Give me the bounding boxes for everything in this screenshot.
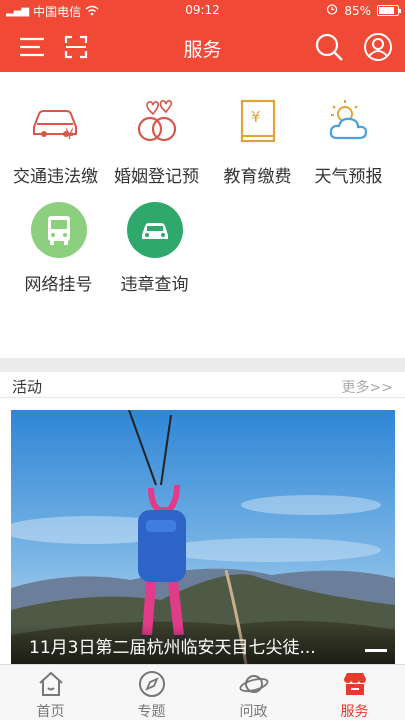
tab-inquiry[interactable]: 问政	[203, 665, 304, 720]
tab-services[interactable]: 服务	[304, 665, 405, 720]
user-icon[interactable]	[362, 31, 394, 63]
svg-text:¥: ¥	[65, 127, 74, 143]
tab-topics[interactable]: 专题	[101, 665, 202, 720]
bottom-tab-bar: 首页 专题 问政 服务	[0, 664, 405, 720]
battery-percent: 85%	[344, 3, 371, 18]
more-link[interactable]: 更多>>	[342, 377, 393, 397]
status-bar: ▂▄▆ 中国电信 09:12 85%	[0, 0, 405, 22]
car-yen-icon: ¥	[28, 94, 84, 150]
activities-header: 活动 更多>>	[0, 372, 405, 398]
service-traffic-fine[interactable]: ¥ 交通违法缴	[5, 72, 106, 187]
service-education-fee[interactable]: ¥ 教育缴费	[207, 72, 308, 187]
section-divider	[0, 358, 405, 372]
hearts-rings-icon	[129, 94, 185, 150]
planet-icon	[239, 669, 269, 699]
tab-home[interactable]: 首页	[0, 665, 101, 720]
app-header: 服务	[0, 22, 405, 72]
alarm-icon	[326, 3, 338, 18]
book-yen-icon: ¥	[230, 94, 286, 150]
service-label: 天气预报	[314, 167, 383, 187]
search-icon[interactable]	[313, 31, 345, 63]
activities-title: 活动	[12, 378, 43, 396]
service-weather[interactable]: 天气预报	[298, 72, 399, 187]
car-icon	[126, 202, 183, 258]
service-label: 网络挂号	[24, 275, 93, 295]
banner-caption: 11月3日第二届杭州临安天目七尖徒...	[29, 638, 316, 658]
svg-text:¥: ¥	[251, 108, 261, 126]
service-online-registration[interactable]: 网络挂号	[8, 180, 109, 295]
service-marriage-registration[interactable]: 婚姻登记预	[106, 72, 207, 187]
weather-sun-cloud-icon	[321, 94, 377, 150]
tab-label: 首页	[36, 704, 65, 720]
activity-banner[interactable]: 11月3日第二届杭州临安天目七尖徒...	[11, 410, 395, 664]
compass-icon	[137, 669, 167, 699]
tab-label: 问政	[239, 704, 268, 720]
divider	[0, 397, 405, 398]
tab-label: 专题	[137, 704, 166, 720]
store-icon	[340, 669, 370, 699]
tab-label: 服务	[340, 704, 369, 720]
service-label: 教育缴费	[223, 167, 292, 187]
carousel-indicator	[365, 649, 387, 652]
home-icon	[36, 669, 66, 699]
battery-icon	[377, 5, 401, 16]
service-violation-query[interactable]: 违章查询	[104, 180, 205, 295]
bus-icon	[30, 202, 87, 258]
services-grid: ¥ 交通违法缴 婚姻登记预 ¥ 教育缴费 天气预报 网络挂号 违章查询	[0, 72, 405, 358]
status-right: 85%	[326, 3, 401, 18]
service-label: 违章查询	[120, 275, 189, 295]
